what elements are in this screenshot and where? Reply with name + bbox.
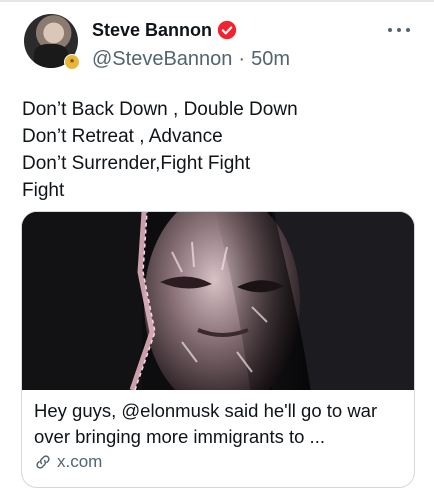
author-handle[interactable]: @SteveBannon [92,48,232,71]
more-options-icon[interactable] [388,26,410,34]
link-icon [36,455,50,469]
post-text-line: Don’t Retreat , Advance [22,126,223,147]
card-domain-text: x.com [57,452,103,471]
author-row: Steve Bannon [92,18,237,42]
author-name[interactable]: Steve Bannon [92,20,212,41]
post-text: Don’t Back Down , Double Down Don’t Retr… [22,96,412,204]
masked-face-image [22,212,414,390]
post-text-line: Don’t Surrender,Fight Fight [22,153,251,174]
timestamp[interactable]: 50m [251,48,290,71]
separator: · [238,48,246,70]
card-domain[interactable]: x.com [34,452,402,472]
verified-badge-icon [217,20,237,40]
card-title[interactable]: Hey guys, @elonmusk said he'll go to war… [34,398,402,450]
meta-row: @SteveBannon · 50m [92,48,290,71]
post[interactable]: ★ Steve Bannon @SteveBannon · 50m Don’t … [0,0,434,500]
affiliate-badge-icon: ★ [64,54,80,70]
divider [0,0,434,2]
card-image[interactable] [22,212,414,390]
avatar-container[interactable]: ★ [24,14,80,70]
post-text-line: Fight [22,180,65,201]
link-card[interactable]: Hey guys, @elonmusk said he'll go to war… [21,211,415,488]
card-body[interactable]: Hey guys, @elonmusk said he'll go to war… [22,390,414,472]
post-text-line: Don’t Back Down , Double Down [22,99,298,120]
